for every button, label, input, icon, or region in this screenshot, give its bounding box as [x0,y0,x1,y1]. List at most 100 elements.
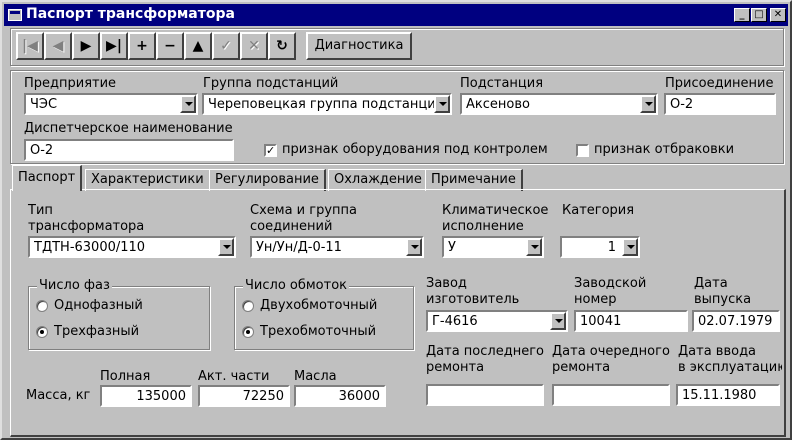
factory-label: Завод [426,276,467,291]
scheme-label: Схема и группа [250,203,357,218]
two-winding-radio[interactable] [242,300,254,312]
transformer-type-label: Тип [28,203,53,218]
tab-notes[interactable]: Примечание [425,169,523,191]
factory-value: Г-4616 [432,314,478,329]
group-value: Череповецкая группа подстанций [208,97,436,112]
commission-date-label-2: в эксплуатацию [678,360,782,375]
enterprise-label: Предприятие [24,76,117,91]
tab-passport[interactable]: Паспорт [12,165,83,191]
single-phase-label: Однофазный [54,298,143,313]
mass-full-label: Полная [100,369,151,384]
mass-label: Масса, кг [26,388,91,403]
scheme-combo[interactable]: Ун/Ун/Д-0-11 [250,236,424,258]
chevron-down-icon[interactable] [550,312,566,330]
maximize-icon: □ [754,9,764,20]
dispatch-name-label: Диспетчерское наименование [24,121,233,136]
two-winding-label: Двухобмоточный [260,298,378,313]
diagnostics-button[interactable]: Диагностика [306,32,412,60]
substation-value: Аксеново [466,97,530,112]
mass-full-field[interactable]: 135000 [100,385,192,407]
release-date-label-2: выпуска [694,292,752,307]
substation-combo[interactable]: Аксеново [460,93,658,115]
edit-record-icon: ▲ [192,38,204,54]
connection-field[interactable]: О-2 [664,93,776,115]
category-value: 1 [607,240,616,255]
release-date-label: Дата [694,276,728,291]
enterprise-combo[interactable]: ЧЭС [24,93,198,115]
chevron-down-icon[interactable] [406,238,422,256]
tab-cooling[interactable]: Охлаждение [328,169,429,191]
chevron-down-icon[interactable] [218,238,234,256]
title-bar[interactable]: Паспорт трансформатора _ □ ✕ [4,4,788,26]
transformer-type-combo[interactable]: ТДТН-63000/110 [28,236,236,258]
mass-active-label: Акт. части [198,369,270,384]
cancel-record-button[interactable]: ✕ [240,32,268,60]
climate-label-2: исполнение [442,219,524,234]
first-record-icon: |◀ [22,38,38,54]
last-record-button[interactable]: ▶| [100,32,128,60]
window-title: Паспорт трансформатора [26,6,235,22]
next-repair-field[interactable] [552,384,670,406]
mass-oil-field[interactable]: 36000 [294,385,386,407]
cancel-record-icon: ✕ [248,38,260,54]
refresh-button[interactable]: ↻ [268,32,296,60]
chevron-down-icon[interactable] [180,95,196,113]
close-icon: ✕ [773,9,783,20]
delete-record-button[interactable]: − [156,32,184,60]
climate-label: Климатическое [442,203,549,218]
chevron-down-icon[interactable] [640,95,656,113]
windings-group: Число обмоток [234,278,414,350]
single-phase-radio[interactable] [36,300,48,312]
three-winding-label: Трехобмоточный [260,324,377,339]
serial-number-label-2: номер [574,292,617,307]
tab-characteristics[interactable]: Характеристики [85,169,211,191]
prior-record-icon: ◀ [52,38,64,54]
window-menu-icon[interactable] [8,9,22,21]
last-record-icon: ▶| [106,38,122,54]
three-winding-radio[interactable] [242,326,254,338]
rejected-label: признак отбраковки [594,142,735,157]
insert-record-icon: + [136,38,148,54]
group-label: Группа подстанций [203,76,339,91]
insert-record-button[interactable]: + [128,32,156,60]
category-combo[interactable]: 1 [560,236,640,258]
mass-active-field[interactable]: 72250 [198,385,290,407]
factory-label-2: изготовитель [426,292,520,307]
chevron-down-icon[interactable] [622,238,638,256]
edit-record-button[interactable]: ▲ [184,32,212,60]
maximize-button[interactable]: □ [751,8,767,22]
under-control-checkbox[interactable]: ✓ [264,144,277,157]
minimize-icon: _ [739,9,745,20]
three-phase-radio[interactable] [36,326,48,338]
transformer-type-label-2: трансформатора [28,219,145,234]
group-combo[interactable]: Череповецкая группа подстанций [202,93,452,115]
factory-combo[interactable]: Г-4616 [426,310,568,332]
dispatch-name-field[interactable]: О-2 [24,139,234,161]
climate-combo[interactable]: У [442,236,544,258]
transformer-type-value: ТДТН-63000/110 [34,240,146,255]
post-record-button[interactable]: ✓ [212,32,240,60]
first-record-button[interactable]: |◀ [16,32,44,60]
scheme-label-2: соединений [250,219,333,234]
rejected-checkbox[interactable] [576,144,589,157]
close-button[interactable]: ✕ [770,8,786,22]
next-record-button[interactable]: ▶ [72,32,100,60]
last-repair-field[interactable] [426,384,544,406]
serial-number-label: Заводской [574,276,647,291]
prior-record-button[interactable]: ◀ [44,32,72,60]
commission-date-field[interactable]: 15.11.1980 [676,384,780,406]
chevron-down-icon[interactable] [434,95,450,113]
tab-regulation[interactable]: Регулирование [209,169,326,191]
substation-label: Подстанция [460,76,544,91]
category-label: Категория [562,203,635,218]
transformer-passport-window: Паспорт трансформатора _ □ ✕ |◀ ◀ ▶ ▶| + − ▲ ✓ ✕… [0,0,792,440]
under-control-label: признак оборудования под контролем [282,142,548,157]
release-date-field[interactable]: 02.07.1979 [692,310,780,332]
last-repair-label-2: ремонта [426,360,485,375]
serial-number-field[interactable]: 10041 [574,310,688,332]
next-repair-label: Дата очередного [552,344,670,359]
commission-date-label: Дата ввода [678,344,757,359]
enterprise-value: ЧЭС [30,97,58,112]
minimize-button[interactable]: _ [734,8,750,22]
chevron-down-icon[interactable] [526,238,542,256]
